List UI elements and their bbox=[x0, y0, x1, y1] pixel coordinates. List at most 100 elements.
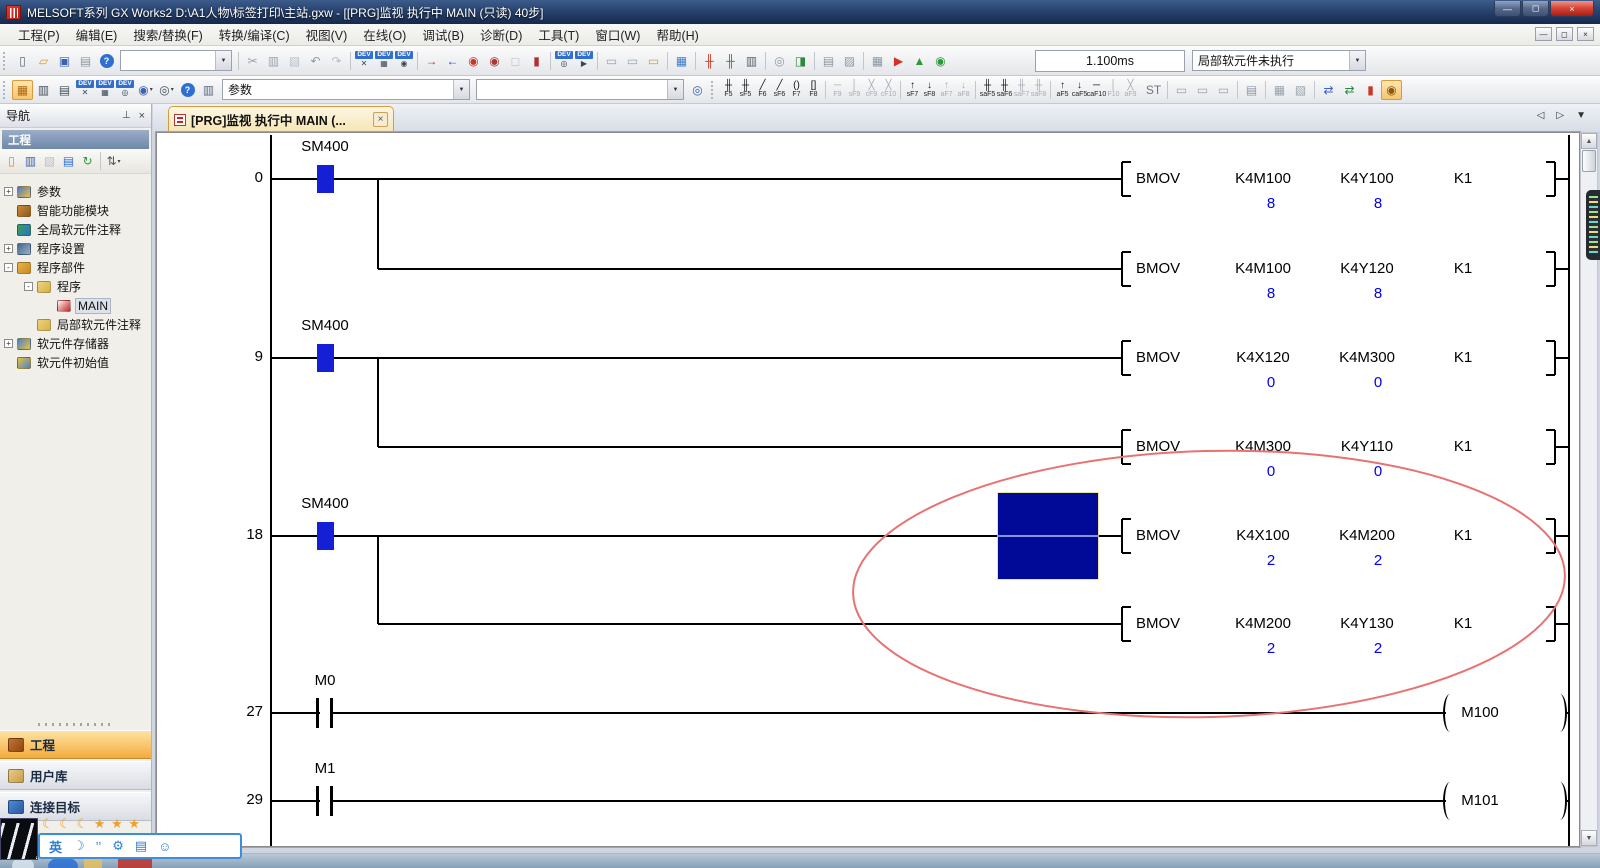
pause-icon[interactable]: ◉ bbox=[930, 51, 951, 71]
screen-edge-widget[interactable] bbox=[1586, 190, 1600, 260]
ladder-symbol-button-cF10[interactable]: ╳cF10 bbox=[880, 77, 897, 102]
sidebar-item-pou[interactable]: -程序部件 bbox=[0, 258, 150, 277]
cross-reference-icon[interactable]: ▥ bbox=[198, 80, 219, 100]
print-icon[interactable]: ▤ bbox=[75, 51, 96, 71]
ime-language-mode[interactable]: 英 bbox=[49, 837, 62, 856]
coil-symbol[interactable] bbox=[1553, 782, 1567, 820]
ladder-monitor-icon[interactable]: ╫ bbox=[699, 51, 720, 71]
ladder-symbol-button-F6[interactable]: ╱F6 bbox=[754, 77, 771, 102]
tab-main-program[interactable]: [PRG]监视 执行中 MAIN (... × bbox=[168, 106, 394, 132]
ladder-symbol-button-sF5[interactable]: ╫sF5 bbox=[737, 77, 754, 102]
ladder-symbol-button-F9[interactable]: ─F9 bbox=[829, 77, 846, 102]
find-combo[interactable]: ▼ bbox=[476, 79, 684, 100]
sidebar-item-local-comment[interactable]: 局部软元件注释 bbox=[0, 315, 150, 334]
coil-symbol[interactable] bbox=[1553, 694, 1567, 732]
step-run-icon[interactable]: ▲ bbox=[909, 51, 930, 71]
menu-item-9[interactable]: 窗口(W) bbox=[587, 22, 648, 47]
mdi-close-button[interactable]: × bbox=[1577, 27, 1594, 41]
program-common-icon[interactable]: ▭ bbox=[601, 51, 622, 71]
paste-data-icon[interactable]: ▧ bbox=[40, 151, 59, 171]
sort-icon[interactable]: ⇅▾ bbox=[104, 151, 123, 171]
find-in-page-icon[interactable]: ◎ bbox=[687, 80, 708, 100]
help-icon[interactable]: ? bbox=[96, 51, 117, 71]
menu-item-7[interactable]: 诊断(D) bbox=[472, 22, 530, 47]
paste-icon[interactable]: ▧ bbox=[284, 51, 305, 71]
restore-button[interactable]: ◻ bbox=[1522, 1, 1549, 17]
write-mode-icon[interactable]: ▧ bbox=[1290, 80, 1311, 100]
scroll-up-icon[interactable]: ▲ bbox=[1581, 133, 1597, 149]
chevron-down-icon[interactable]: ▼ bbox=[1349, 51, 1365, 70]
ime-smiley-icon[interactable]: ☺ bbox=[158, 839, 171, 854]
write-to-plc-icon[interactable]: → bbox=[421, 51, 442, 71]
ladder-symbol-button-saF6[interactable]: ╫saF6 bbox=[996, 77, 1013, 102]
ime-logo[interactable] bbox=[0, 818, 38, 860]
quick-find-combo[interactable]: ▼ bbox=[120, 50, 232, 71]
mdi-minimize-button[interactable]: — bbox=[1535, 27, 1552, 41]
contact-symbol[interactable] bbox=[316, 786, 319, 816]
copy-data-icon[interactable]: ▥ bbox=[21, 151, 40, 171]
scrollbar-thumb[interactable] bbox=[1582, 150, 1596, 172]
ladder-symbol-button-cF9[interactable]: ╳cF9 bbox=[863, 77, 880, 102]
sidebar-item-intelligent-module[interactable]: 智能功能模块 bbox=[0, 201, 150, 220]
toolbar-grip[interactable] bbox=[3, 81, 9, 99]
device-write-icon[interactable]: DEV✕ bbox=[354, 51, 374, 70]
read-mode-icon[interactable]: ▦ bbox=[1269, 80, 1290, 100]
scroll-down-icon[interactable]: ▼ bbox=[1581, 830, 1597, 846]
ladder-symbol-button-sF8[interactable]: ↓sF8 bbox=[921, 77, 938, 102]
sidebar-item-device-memory[interactable]: +软元件存储器 bbox=[0, 334, 150, 353]
contact-symbol[interactable] bbox=[316, 698, 319, 728]
ladder-symbol-button-caF10[interactable]: ─caF10 bbox=[1088, 77, 1105, 102]
chevron-down-icon[interactable]: ▼ bbox=[215, 51, 231, 70]
tab-scroll-right-icon[interactable]: ▷ bbox=[1556, 110, 1564, 121]
sidebar-item-device-initial[interactable]: 软元件初始值 bbox=[0, 353, 150, 372]
project-view-icon[interactable]: ▦ bbox=[12, 80, 33, 100]
menu-item-8[interactable]: 工具(T) bbox=[530, 22, 587, 47]
ladder-symbol-button-F5[interactable]: ╫F5 bbox=[720, 77, 737, 102]
ladder-symbol-button-aF7[interactable]: ↑aF7 bbox=[938, 77, 955, 102]
undo-icon[interactable]: ↶ bbox=[305, 51, 326, 71]
ladder-symbol-button-saF7[interactable]: ╫saF7 bbox=[1013, 77, 1030, 102]
contact-on-symbol[interactable] bbox=[317, 522, 334, 550]
sidebar-item-program-folder[interactable]: -程序 bbox=[0, 277, 150, 296]
minimize-button[interactable]: — bbox=[1494, 1, 1521, 17]
ladder-symbol-button-F7[interactable]: ()F7 bbox=[788, 77, 805, 102]
copy-icon[interactable]: ▥ bbox=[263, 51, 284, 71]
device-block-icon[interactable]: ▮ bbox=[526, 51, 547, 71]
module-configuration-icon[interactable]: ▥ bbox=[33, 80, 54, 100]
modify-mode-icon[interactable]: ▦ bbox=[867, 51, 888, 71]
ladder-symbol-button-aF9[interactable]: ╳aF9 bbox=[1122, 77, 1139, 102]
panel-button-user-library[interactable]: 用户库 bbox=[0, 761, 151, 790]
mdi-restore-button[interactable]: ◻ bbox=[1556, 27, 1573, 41]
ladder-canvas[interactable]: 0SM400BMOVK4M100K4Y100K188BMOVK4M100K4Y1… bbox=[156, 132, 1580, 847]
watch-stop-icon[interactable]: ◨ bbox=[790, 51, 811, 71]
tab-close-icon[interactable]: × bbox=[373, 112, 388, 127]
task-list-icon[interactable]: ▤ bbox=[54, 80, 75, 100]
help2-icon[interactable]: ? bbox=[177, 80, 198, 100]
menu-item-6[interactable]: 调试(B) bbox=[414, 22, 472, 47]
ladder-symbol-button-F10[interactable]: │F10 bbox=[1105, 77, 1122, 102]
ladder-symbol-button-sF6[interactable]: ╱sF6 bbox=[771, 77, 788, 102]
sidebar-item-main[interactable]: MAIN bbox=[0, 296, 150, 315]
device-exec-combo[interactable]: 局部软元件未执行 ▼ bbox=[1192, 50, 1366, 71]
collapse-icon[interactable]: - bbox=[24, 282, 33, 291]
close-button[interactable]: × bbox=[1550, 1, 1594, 17]
tab-list-icon[interactable]: ▼ bbox=[1576, 110, 1586, 121]
device-comment-icon[interactable]: DEV✕ bbox=[75, 80, 95, 99]
tab-scroll-left-icon[interactable]: ◁ bbox=[1537, 110, 1545, 121]
ladder-symbol-button-saF8[interactable]: ╫saF8 bbox=[1030, 77, 1047, 102]
new-file-icon[interactable]: ▯ bbox=[12, 51, 33, 71]
device-monitor-icon[interactable]: DEV▦ bbox=[374, 51, 394, 70]
edit-comment-icon[interactable]: ▭ bbox=[1171, 80, 1192, 100]
device-memory-display-icon[interactable]: DEV▦ bbox=[95, 80, 115, 99]
expand-icon[interactable]: + bbox=[4, 187, 13, 196]
redo-icon[interactable]: ↷ bbox=[326, 51, 347, 71]
device-test2-icon[interactable]: ▮ bbox=[1360, 80, 1381, 100]
toolbar-grip[interactable] bbox=[711, 81, 717, 99]
menu-item-2[interactable]: 搜索/替换(F) bbox=[125, 22, 210, 47]
menu-item-3[interactable]: 转换/编译(C) bbox=[211, 22, 298, 47]
ladder-symbol-button-saF5[interactable]: ╫saF5 bbox=[979, 77, 996, 102]
ime-wrench-icon[interactable]: ⚙ bbox=[112, 838, 124, 854]
panel-splitter-grip[interactable] bbox=[38, 723, 112, 726]
panel-close-icon[interactable]: × bbox=[139, 110, 145, 122]
ladder-symbol-button-aF8[interactable]: ↓aF8 bbox=[955, 77, 972, 102]
